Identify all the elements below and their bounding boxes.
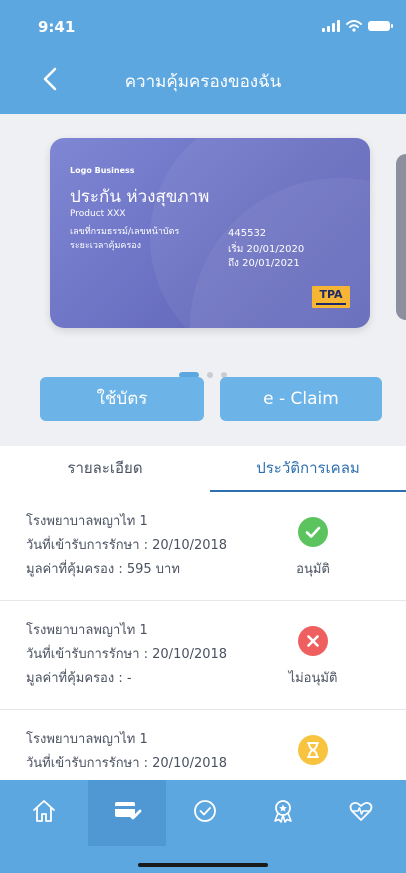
card-plan-name: ประกัน ห่วงสุขภาพ — [70, 187, 210, 207]
carousel-dot[interactable] — [207, 371, 213, 378]
claim-admission-date: วันที่เข้ารับการรักษา : 20/10/2018 — [26, 538, 228, 553]
home-indicator[interactable] — [138, 863, 268, 867]
card-carousel[interactable]: Logo Business ประกัน ห่วงสุขภาพ Product … — [0, 114, 406, 446]
tab-bar: รายละเอียด ประวัติการเคลม — [0, 446, 406, 492]
nav-health[interactable] — [322, 780, 400, 846]
bottom-nav — [0, 780, 406, 873]
insurance-card[interactable]: Logo Business ประกัน ห่วงสุขภาพ Product … — [50, 138, 370, 328]
claim-item[interactable]: โรงพยาบาลพญาไท 1 วันที่เข้ารับการรักษา :… — [0, 710, 406, 780]
page-title: ความคุ้มครองของฉัน — [124, 72, 282, 92]
claim-hospital: โรงพยาบาลพญาไท 1 — [26, 732, 148, 747]
claim-coverage: มูลค่าที่คุ้มครอง : - — [26, 671, 132, 686]
hourglass-icon — [298, 735, 328, 765]
card-product: Product XXX — [70, 209, 126, 219]
claim-status: ไม่อนุมัติ — [288, 671, 338, 686]
nav-bar: ความคุ้มครองของฉัน — [0, 60, 406, 100]
claim-item[interactable]: โรงพยาบาลพญาไท 1 วันที่เข้ารับการรักษา :… — [0, 601, 406, 710]
heart-pulse-icon — [349, 801, 373, 821]
use-card-button[interactable]: ใช้บัตร — [40, 377, 204, 421]
tab-details[interactable]: รายละเอียด — [0, 446, 210, 492]
claim-hospital: โรงพยาบาลพญาไท 1 — [26, 623, 148, 638]
check-icon — [298, 517, 328, 547]
tpa-badge: TPA — [312, 286, 350, 308]
card-period-end: ถึง 20/01/2021 — [228, 258, 300, 269]
status-icons — [322, 20, 393, 32]
e-claim-button[interactable]: e - Claim — [220, 377, 382, 421]
claim-hospital: โรงพยาบาลพญาไท 1 — [26, 514, 148, 529]
award-icon — [274, 800, 292, 823]
tab-claim-history[interactable]: ประวัติการเคลม — [210, 446, 406, 492]
card-policy-label: เลขที่กรมธรรม์/เลขหน้าบัตร — [70, 227, 180, 237]
header: 9:41 ความคุ้มครองของฉัน — [0, 0, 406, 114]
wifi-icon — [346, 20, 362, 32]
claim-item[interactable]: โรงพยาบาลพญาไท 1 วันที่เข้ารับการรักษา :… — [0, 492, 406, 601]
status-bar: 9:41 — [0, 0, 406, 48]
signal-icon — [322, 20, 340, 32]
status-time: 9:41 — [38, 18, 76, 36]
nav-home[interactable] — [5, 780, 83, 846]
claim-admission-date: วันที่เข้ารับการรักษา : 20/10/2018 — [26, 647, 228, 662]
claim-list[interactable]: โรงพยาบาลพญาไท 1 วันที่เข้ารับการรักษา :… — [0, 492, 406, 780]
card-logo: Logo Business — [70, 166, 135, 175]
home-icon — [33, 800, 55, 822]
next-card-peek[interactable] — [396, 154, 406, 320]
nav-claims[interactable] — [166, 780, 244, 846]
card-check-icon — [115, 802, 142, 820]
battery-icon — [368, 21, 393, 31]
card-policy-number: 445532 — [228, 228, 267, 239]
card-period-start: เริ่ม 20/01/2020 — [228, 244, 305, 255]
claim-admission-date: วันที่เข้ารับการรักษา : 20/10/2018 — [26, 756, 228, 771]
nav-rewards[interactable] — [244, 780, 322, 846]
cross-icon — [298, 626, 328, 656]
card-period-label: ระยะเวลาคุ้มครอง — [70, 241, 142, 251]
nav-coverage[interactable] — [88, 780, 166, 846]
claim-status: อนุมัติ — [296, 562, 330, 577]
circle-check-icon — [194, 800, 216, 822]
claim-coverage: มูลค่าที่คุ้มครอง : 595 บาท — [26, 562, 180, 577]
